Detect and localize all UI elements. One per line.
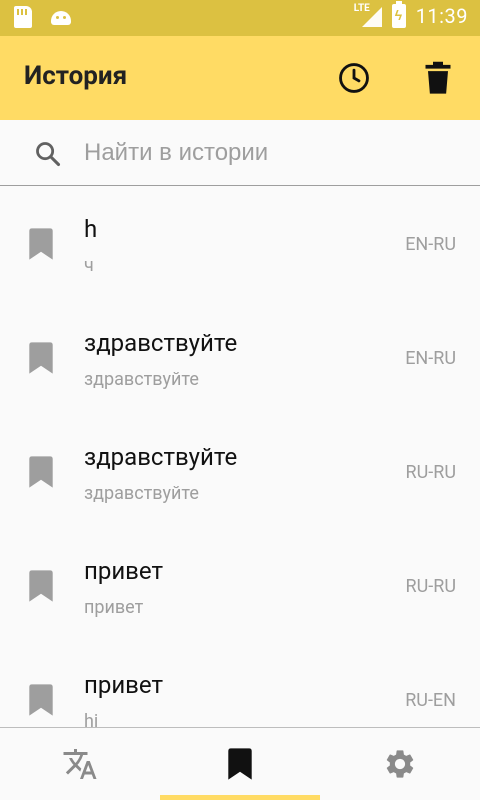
- history-item-translation: здравствуйте: [84, 483, 199, 504]
- bookmark-icon[interactable]: [28, 684, 54, 716]
- history-item[interactable]: здравствуйте здравствуйте EN-RU: [0, 301, 480, 415]
- search-bar: [0, 120, 480, 186]
- bottom-navigation: [0, 727, 480, 800]
- page-title: История: [24, 61, 128, 91]
- history-item-word: здравствуйте: [84, 329, 238, 357]
- history-item-translation: ч: [84, 255, 94, 276]
- trash-icon: [425, 61, 451, 94]
- bookmark-icon[interactable]: [28, 570, 54, 602]
- sd-card-icon: [14, 6, 32, 28]
- battery-icon: ϟ: [391, 1, 406, 28]
- status-bar: LTE ϟ 11:39: [0, 0, 480, 36]
- history-item[interactable]: h ч EN-RU: [0, 187, 480, 301]
- network-type: LTE: [353, 3, 370, 14]
- tab-translate[interactable]: [0, 728, 160, 800]
- history-item-word: h: [84, 215, 98, 243]
- bookmark-icon[interactable]: [28, 342, 54, 374]
- history-item-lang: EN-RU: [405, 348, 456, 369]
- tab-settings[interactable]: [320, 728, 480, 800]
- history-button[interactable]: [334, 58, 374, 98]
- history-item-lang: RU-EN: [405, 690, 456, 711]
- clock: 11:39: [415, 4, 468, 28]
- history-list: h ч EN-RU здравствуйте здравствуйте EN-R…: [0, 187, 480, 727]
- history-item[interactable]: привет hi RU-EN: [0, 643, 480, 727]
- history-item-lang: RU-RU: [405, 576, 456, 597]
- history-item[interactable]: привет привет RU-RU: [0, 529, 480, 643]
- search-icon: [36, 142, 61, 167]
- clock-icon: [339, 63, 369, 93]
- history-item-translation: hi: [84, 711, 99, 727]
- app-bar: История: [0, 36, 480, 120]
- bookmark-icon: [228, 748, 252, 780]
- search-input[interactable]: [84, 134, 464, 172]
- bookmark-icon[interactable]: [28, 456, 54, 488]
- android-icon: [50, 6, 72, 26]
- gear-icon: [386, 750, 414, 778]
- tab-history[interactable]: [160, 728, 320, 800]
- translate-icon: [63, 749, 97, 779]
- history-item-lang: RU-RU: [405, 462, 456, 483]
- history-item-translation: здравствуйте: [84, 369, 199, 390]
- history-item-word: привет: [84, 557, 164, 585]
- bookmark-icon[interactable]: [28, 228, 54, 260]
- history-item[interactable]: здравствуйте здравствуйте RU-RU: [0, 415, 480, 529]
- history-item-lang: EN-RU: [405, 234, 456, 255]
- signal-icon: LTE: [353, 3, 382, 29]
- history-item-translation: привет: [84, 597, 144, 618]
- history-item-word: привет: [84, 671, 164, 699]
- active-tab-indicator: [160, 795, 320, 800]
- clear-history-button[interactable]: [418, 58, 458, 98]
- history-item-word: здравствуйте: [84, 443, 238, 471]
